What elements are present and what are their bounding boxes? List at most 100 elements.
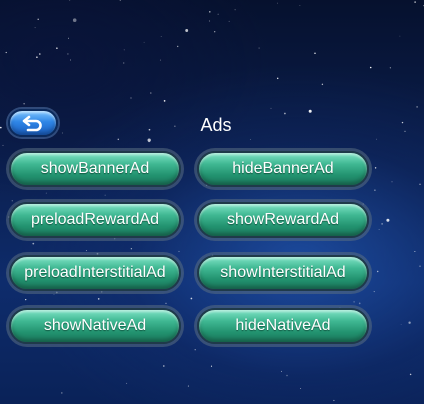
star xyxy=(400,323,402,325)
star xyxy=(321,83,324,86)
star xyxy=(126,382,128,384)
star xyxy=(409,373,412,376)
star xyxy=(45,192,47,194)
star xyxy=(376,270,379,273)
star xyxy=(374,189,376,191)
star xyxy=(386,218,390,222)
star xyxy=(68,37,69,39)
star xyxy=(36,56,38,59)
star xyxy=(37,18,39,21)
star xyxy=(148,140,150,143)
star xyxy=(187,385,189,387)
star xyxy=(419,265,421,267)
show-reward-ad-label: showRewardAd xyxy=(226,211,340,228)
preload-reward-ad-button[interactable]: preloadRewardAd xyxy=(9,202,181,238)
star xyxy=(85,250,87,252)
star xyxy=(147,138,151,142)
star xyxy=(70,59,71,61)
star xyxy=(362,203,364,205)
star xyxy=(163,100,166,102)
show-native-ad-button[interactable]: showNativeAd xyxy=(9,308,181,344)
star xyxy=(381,223,383,225)
star xyxy=(123,49,125,51)
star xyxy=(314,52,316,55)
star xyxy=(217,13,219,15)
star xyxy=(333,399,335,402)
star xyxy=(358,302,361,305)
star xyxy=(61,392,63,394)
star xyxy=(378,229,380,231)
star xyxy=(2,144,4,146)
star xyxy=(56,47,58,49)
star xyxy=(178,250,180,253)
star xyxy=(277,2,278,4)
star xyxy=(119,0,122,1)
star xyxy=(228,20,230,22)
star xyxy=(286,374,288,377)
star xyxy=(376,138,378,140)
preload-interstitial-ad-label: preloadInterstitialAd xyxy=(24,264,166,281)
star xyxy=(214,31,216,33)
star xyxy=(308,109,312,113)
star xyxy=(160,36,162,37)
star xyxy=(369,66,372,69)
show-interstitial-ad-button[interactable]: showInterstitialAd xyxy=(197,255,369,291)
star xyxy=(414,251,416,252)
star xyxy=(72,18,77,22)
star xyxy=(150,92,152,94)
star xyxy=(162,365,165,367)
star xyxy=(97,298,100,300)
star xyxy=(117,138,120,141)
star xyxy=(165,302,167,304)
star xyxy=(101,291,103,293)
star xyxy=(69,0,71,1)
star xyxy=(234,9,236,11)
star xyxy=(5,51,7,54)
star xyxy=(55,291,58,294)
star xyxy=(159,59,161,61)
star xyxy=(130,97,132,99)
star xyxy=(391,181,393,183)
star xyxy=(373,291,375,293)
star xyxy=(408,321,411,324)
star xyxy=(374,167,377,169)
star xyxy=(399,35,401,37)
star xyxy=(53,293,55,295)
star xyxy=(353,301,355,303)
star xyxy=(210,365,213,367)
star xyxy=(194,349,196,351)
hide-native-ad-label: hideNativeAd xyxy=(235,317,331,334)
star xyxy=(32,242,35,245)
star xyxy=(299,5,301,6)
star xyxy=(270,107,272,109)
hide-banner-ad-button[interactable]: hideBannerAd xyxy=(197,151,369,187)
star xyxy=(130,248,133,250)
hide-native-ad-button[interactable]: hideNativeAd xyxy=(197,308,369,344)
star xyxy=(185,29,189,32)
star xyxy=(209,11,211,13)
preload-interstitial-ad-button[interactable]: preloadInterstitialAd xyxy=(9,255,181,291)
star xyxy=(419,183,421,185)
star xyxy=(11,200,13,202)
star xyxy=(416,106,418,108)
star xyxy=(67,53,69,55)
star xyxy=(190,297,193,300)
star xyxy=(208,20,211,22)
star xyxy=(123,62,125,64)
star xyxy=(25,298,27,301)
show-reward-ad-button[interactable]: showRewardAd xyxy=(197,202,369,238)
show-banner-ad-label: showBannerAd xyxy=(40,160,150,177)
star xyxy=(281,370,282,372)
hide-banner-ad-label: hideBannerAd xyxy=(232,160,334,177)
star xyxy=(414,1,416,3)
star xyxy=(177,45,179,48)
star xyxy=(389,67,392,69)
star xyxy=(276,77,279,80)
star xyxy=(34,27,36,29)
star xyxy=(23,103,25,105)
preload-reward-ad-label: preloadRewardAd xyxy=(30,211,160,228)
show-banner-ad-button[interactable]: showBannerAd xyxy=(9,151,181,187)
page-title: Ads xyxy=(200,115,232,135)
star xyxy=(114,238,116,240)
show-native-ad-label: showNativeAd xyxy=(43,317,147,334)
